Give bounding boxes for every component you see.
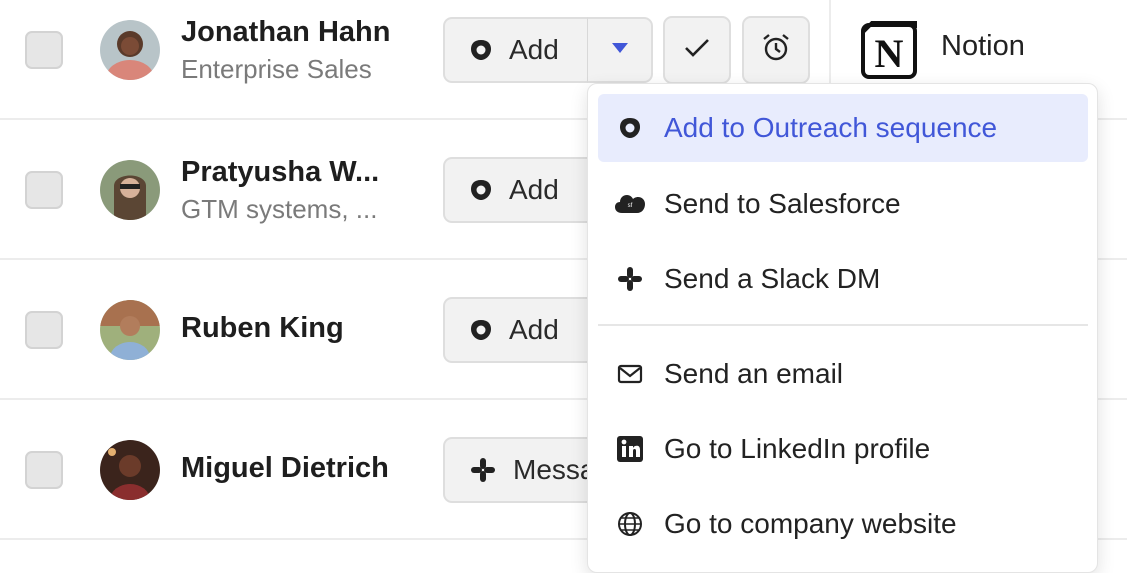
menu-item-add-to-outreach[interactable]: Add to Outreach sequence [598, 94, 1088, 162]
message-button-label: Messa [513, 454, 596, 485]
alarm-clock-icon [761, 33, 791, 68]
outreach-icon [469, 178, 493, 202]
menu-item-company-website[interactable]: Go to company website [598, 490, 1088, 558]
contact-title: Enterprise Sales [181, 54, 372, 84]
contact-name[interactable]: Miguel Dietrich [181, 452, 389, 485]
menu-item-label: Add to Outreach sequence [664, 112, 998, 143]
contact-name[interactable]: Ruben King [181, 312, 344, 345]
snooze-button[interactable] [742, 16, 810, 84]
outreach-icon [469, 38, 493, 62]
menu-item-send-email[interactable]: Send an email [598, 340, 1088, 408]
add-dropdown-toggle[interactable] [587, 17, 653, 83]
menu-item-label: Send an email [664, 358, 844, 389]
row-checkbox[interactable] [25, 311, 63, 349]
add-to-sequence-button[interactable]: Add [443, 297, 603, 363]
mark-done-button[interactable] [663, 16, 731, 84]
avatar [100, 160, 160, 220]
add-button-label: Add [509, 34, 559, 65]
svg-text:sf: sf [628, 203, 633, 209]
notion-label[interactable]: Notion [941, 30, 1025, 63]
menu-item-label: Go to LinkedIn profile [664, 433, 931, 464]
add-action-menu: Add to Outreach sequence sf Send to Sale… [587, 83, 1098, 573]
check-icon [684, 38, 710, 63]
add-to-sequence-button[interactable]: Add [443, 157, 603, 223]
menu-item-label: Send to Salesforce [664, 188, 901, 219]
outreach-icon [610, 116, 650, 140]
row-checkbox[interactable] [25, 451, 63, 489]
menu-item-label: Send a Slack DM [664, 263, 881, 294]
linkedin-icon [610, 435, 650, 463]
add-to-sequence-button[interactable]: Add [443, 17, 588, 83]
mail-icon [610, 364, 650, 384]
contact-name[interactable]: Pratyusha W... [181, 156, 379, 189]
menu-item-linkedin-profile[interactable]: Go to LinkedIn profile [598, 415, 1088, 483]
avatar [100, 20, 160, 80]
slack-icon [610, 265, 650, 293]
globe-icon [610, 511, 650, 537]
notion-icon: N [860, 20, 918, 85]
menu-item-send-to-salesforce[interactable]: sf Send to Salesforce [598, 170, 1088, 238]
message-button[interactable]: Messa [443, 437, 603, 503]
add-button-label: Add [509, 174, 559, 205]
avatar [100, 300, 160, 360]
salesforce-icon: sf [610, 193, 650, 215]
contact-name[interactable]: Jonathan Hahn [181, 16, 390, 49]
outreach-icon [469, 318, 493, 342]
menu-item-send-slack-dm[interactable]: Send a Slack DM [598, 245, 1088, 313]
caret-down-icon [610, 41, 630, 59]
row-checkbox[interactable] [25, 31, 63, 69]
svg-text:N: N [875, 31, 904, 76]
row-checkbox[interactable] [25, 171, 63, 209]
menu-divider [598, 324, 1088, 326]
add-button-label: Add [509, 314, 559, 345]
slack-icon [469, 456, 497, 484]
contact-title: GTM systems, ... [181, 194, 378, 224]
avatar [100, 440, 160, 500]
menu-item-label: Go to company website [664, 508, 957, 539]
